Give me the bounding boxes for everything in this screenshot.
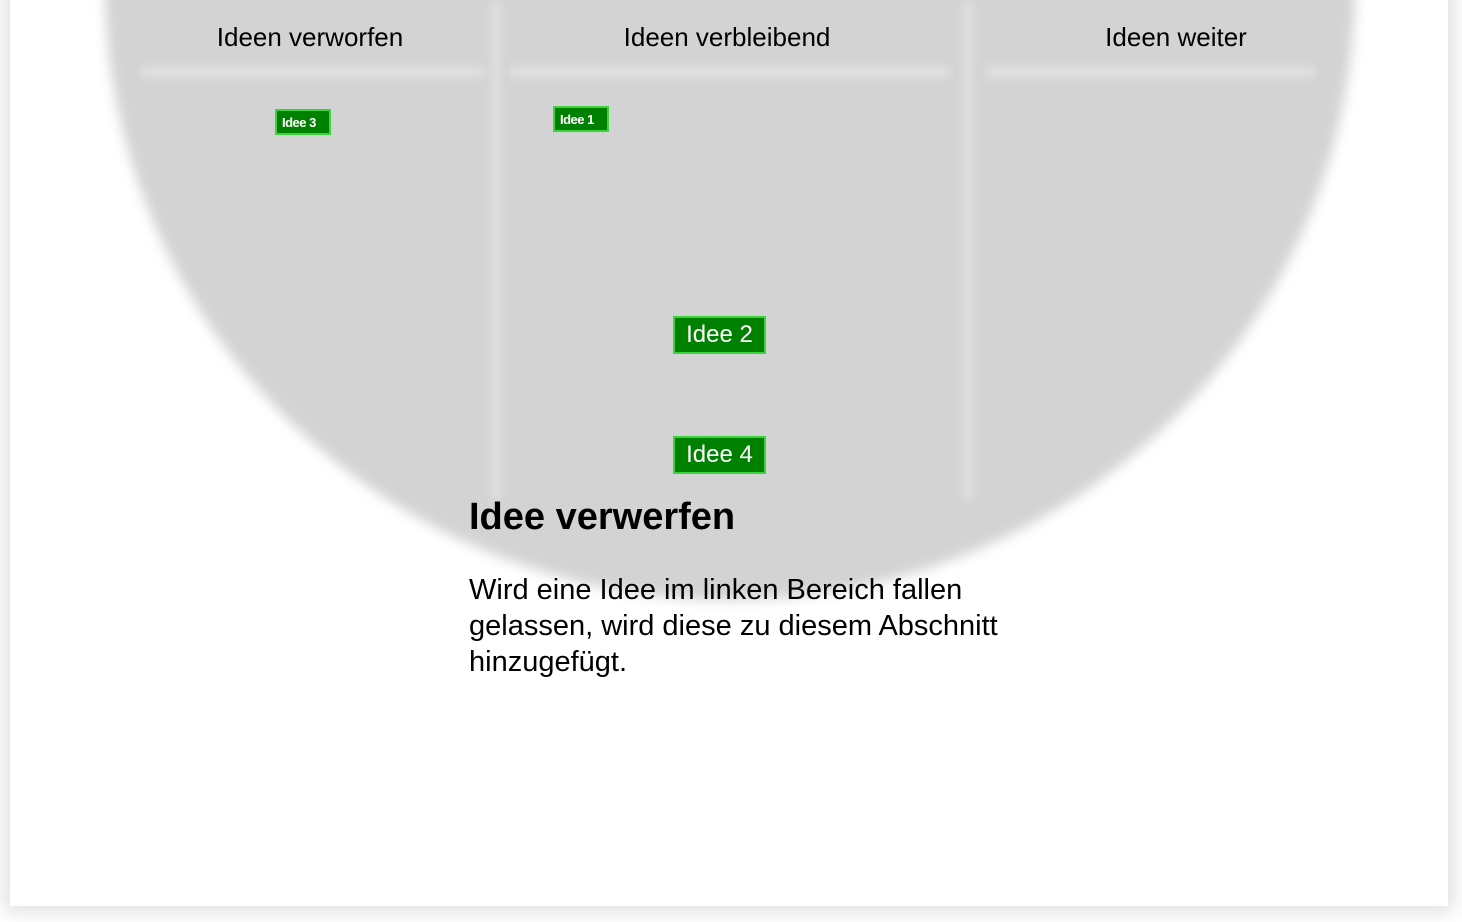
idea-card-4[interactable]: Idee 4 xyxy=(673,436,766,474)
info-title: Idee verwerfen xyxy=(469,496,736,538)
header-divider xyxy=(510,66,950,78)
column-title-forward: Ideen weiter xyxy=(1105,22,1247,52)
idea-card-1[interactable]: Idee 1 xyxy=(553,106,609,132)
column-divider xyxy=(962,0,974,500)
idea-card-2[interactable]: Idee 2 xyxy=(673,316,766,354)
header-divider xyxy=(985,66,1315,78)
header-divider xyxy=(140,66,485,78)
column-title-discarded: Ideen verworfen xyxy=(216,22,404,52)
info-panel: Idee verwerfen Wird eine Idee im linken … xyxy=(469,492,1029,680)
column-title-remaining: Ideen verbleibend xyxy=(623,22,831,52)
info-description: Wird eine Idee im linken Bereich fallen … xyxy=(469,574,998,678)
column-divider xyxy=(490,0,502,500)
board-stage: Ideen verworfen Ideen verbleibend Ideen … xyxy=(0,0,1462,922)
idea-card-3[interactable]: Idee 3 xyxy=(275,109,331,135)
